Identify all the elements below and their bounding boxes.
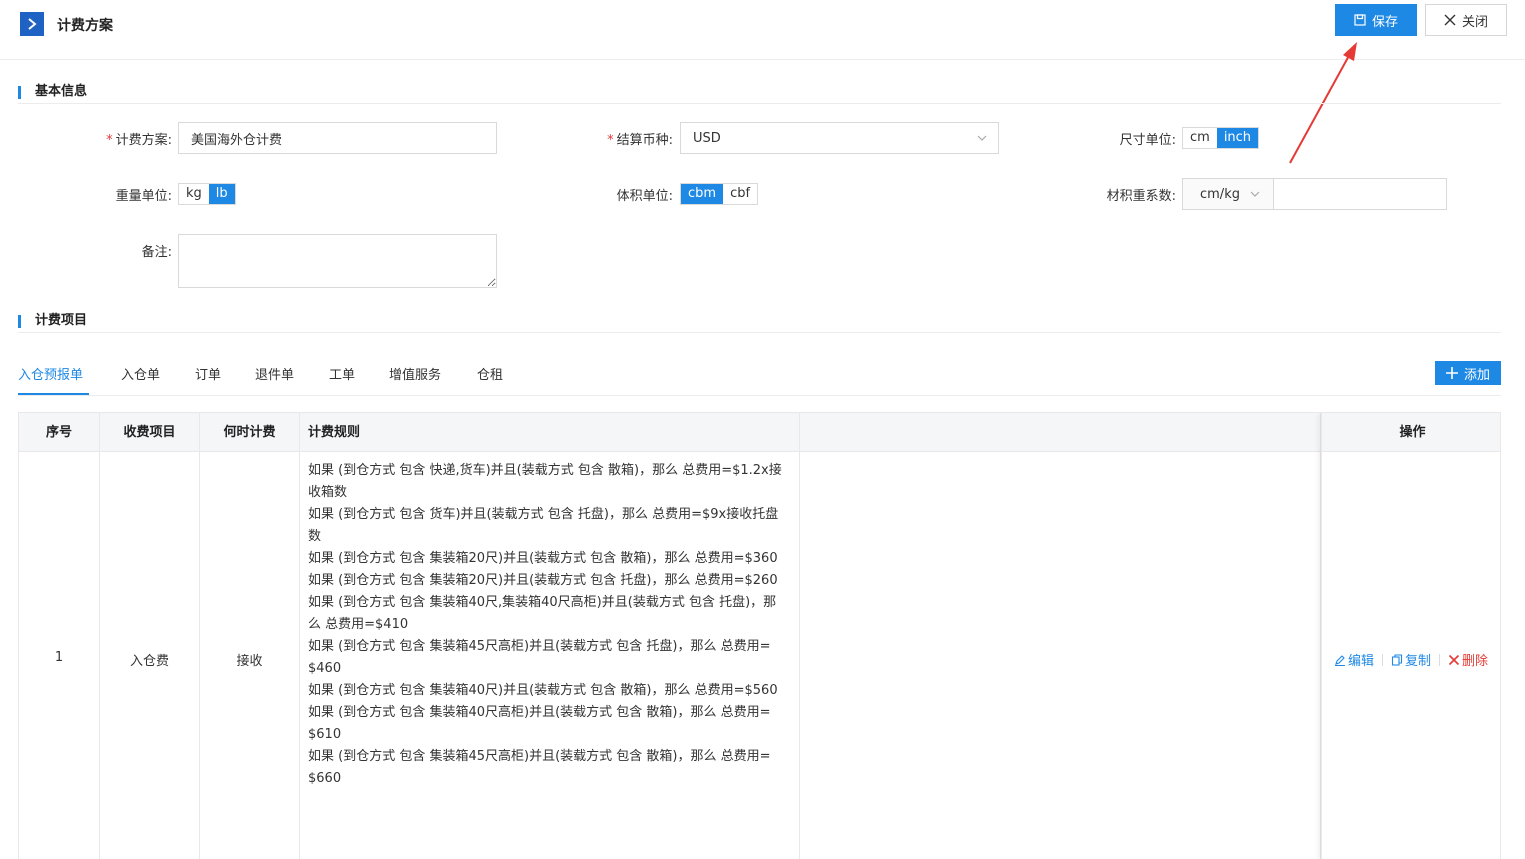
edit-icon xyxy=(1335,654,1345,666)
basic-info-section-title: 基本信息 xyxy=(18,80,1501,104)
plan-name-value: 美国海外仓计费 xyxy=(191,132,283,148)
table-cell-item: 入仓费 xyxy=(100,452,200,859)
weight-unit-kg[interactable]: kg xyxy=(179,184,209,204)
remark-label: 备注: xyxy=(141,245,172,260)
rule-line: 如果 (到仓方式 包含 快递,货车)并且(装载方式 包含 散箱)，那么 总费用=… xyxy=(308,463,782,500)
size-unit-cm[interactable]: cm xyxy=(1183,128,1217,148)
volumetric-unit-value: cm/kg xyxy=(1200,186,1240,202)
col-when: 何时计费 xyxy=(200,413,300,452)
tab-return[interactable]: 退件单 xyxy=(255,364,294,383)
billing-table: 序号 收费项目 何时计费 计费规则 1 入仓费 接收 如果 (到仓方式 包含 快… xyxy=(18,412,1501,859)
actions-column: 操作 编辑 复制 删除 xyxy=(1321,413,1500,859)
section-marker xyxy=(18,86,21,99)
size-unit-inch[interactable]: inch xyxy=(1216,128,1259,148)
active-tab-indicator xyxy=(18,393,89,395)
add-button[interactable]: 添加 xyxy=(1435,361,1501,385)
chevron-down-icon xyxy=(1250,191,1260,197)
volumetric-label: 材积重系数: xyxy=(1106,189,1176,204)
table-cell-when: 接收 xyxy=(200,452,300,859)
page-header: 计费方案 保存 关闭 xyxy=(0,0,1525,60)
billing-items-section-title: 计费项目 xyxy=(18,309,1501,333)
tab-order[interactable]: 订单 xyxy=(195,364,221,383)
size-unit-label: 尺寸单位: xyxy=(1119,133,1176,148)
table-header: 序号 收费项目 何时计费 计费规则 xyxy=(19,413,1500,452)
row-index: 1 xyxy=(54,650,64,665)
save-icon xyxy=(1354,14,1366,26)
copy-icon xyxy=(1391,653,1403,666)
plan-label: * 计费方案: xyxy=(106,133,172,148)
table-cell-index: 1 xyxy=(19,452,100,859)
save-button-label: 保存 xyxy=(1371,14,1398,30)
volumetric-value-input[interactable] xyxy=(1273,178,1447,210)
rule-line: 如果 (到仓方式 包含 集装箱40尺高柜)并且(装载方式 包含 散箱)，那么 总… xyxy=(308,705,771,742)
divider xyxy=(1439,653,1441,666)
col-index: 序号 xyxy=(19,413,100,452)
rule-line: 如果 (到仓方式 包含 集装箱40尺,集装箱40尺高柜)并且(装载方式 包含 托… xyxy=(308,595,777,632)
expand-sidebar-button[interactable] xyxy=(20,12,44,36)
page-title: 计费方案 xyxy=(57,18,113,34)
rule-line: 如果 (到仓方式 包含 集装箱45尺高柜)并且(装载方式 包含 托盘)，那么 总… xyxy=(308,639,771,676)
rule-line: 如果 (到仓方式 包含 货车)并且(装载方式 包含 托盘)，那么 总费用=$9x… xyxy=(308,507,779,544)
volumetric-unit-select[interactable]: cm/kg xyxy=(1182,178,1274,210)
delete-icon xyxy=(1448,654,1460,665)
volume-unit-label: 体积单位: xyxy=(616,189,673,204)
copy-action[interactable]: 复制 xyxy=(1391,650,1431,669)
row-item: 入仓费 xyxy=(129,654,169,669)
col-actions: 操作 xyxy=(1322,413,1500,452)
row-when: 接收 xyxy=(236,654,263,669)
tab-inbound[interactable]: 入仓单 xyxy=(121,364,160,383)
currency-value: USD xyxy=(693,130,721,146)
volume-unit-toggle: cbm cbf xyxy=(680,183,759,205)
weight-unit-lb[interactable]: lb xyxy=(208,184,235,204)
tab-work-order[interactable]: 工单 xyxy=(329,364,355,383)
close-icon xyxy=(1444,14,1456,26)
save-button[interactable]: 保存 xyxy=(1335,4,1417,36)
plus-icon xyxy=(1445,367,1458,379)
table-cell-rules: 如果 (到仓方式 包含 快递,货车)并且(装载方式 包含 散箱)，那么 总费用=… xyxy=(300,452,800,859)
edit-label: 编辑 xyxy=(1348,654,1375,669)
weight-unit-toggle: kg lb xyxy=(178,183,236,205)
rule-line: 如果 (到仓方式 包含 集装箱20尺)并且(装载方式 包含 托盘)，那么 总费用… xyxy=(308,573,778,588)
currency-select[interactable]: USD xyxy=(680,122,999,154)
chevron-right-icon xyxy=(28,18,37,30)
rule-line: 如果 (到仓方式 包含 集装箱40尺)并且(装载方式 包含 散箱)，那么 总费用… xyxy=(308,683,778,698)
table-cell-blank xyxy=(800,452,1321,859)
billing-tabs: 入仓预报单 入仓单 订单 退件单 工单 增值服务 仓租 xyxy=(18,360,1501,396)
tab-storage[interactable]: 仓租 xyxy=(477,364,503,383)
tab-inbound-forecast[interactable]: 入仓预报单 xyxy=(18,364,83,383)
rule-line: 如果 (到仓方式 包含 集装箱45尺高柜)并且(装载方式 包含 散箱)，那么 总… xyxy=(308,749,771,786)
divider xyxy=(1382,653,1384,666)
weight-unit-label: 重量单位: xyxy=(115,189,172,204)
delete-action[interactable]: 删除 xyxy=(1448,650,1488,669)
currency-label: * 结算币种: xyxy=(607,133,673,148)
size-unit-toggle: cm inch xyxy=(1182,127,1260,149)
copy-label: 复制 xyxy=(1405,654,1432,669)
volume-unit-cbm[interactable]: cbm xyxy=(681,184,724,204)
volume-unit-cbf[interactable]: cbf xyxy=(723,184,757,204)
section-marker xyxy=(18,315,21,328)
edit-action[interactable]: 编辑 xyxy=(1334,650,1374,669)
row-actions: 编辑 复制 删除 xyxy=(1334,650,1488,669)
close-button-label: 关闭 xyxy=(1461,14,1488,30)
chevron-down-icon xyxy=(977,135,987,141)
billing-items-heading: 计费项目 xyxy=(35,313,88,328)
tab-value-added[interactable]: 增值服务 xyxy=(389,364,441,383)
col-blank xyxy=(800,413,1321,452)
rule-line: 如果 (到仓方式 包含 集装箱20尺)并且(装载方式 包含 散箱)，那么 总费用… xyxy=(308,551,778,566)
close-button[interactable]: 关闭 xyxy=(1425,4,1507,36)
rules-list: 如果 (到仓方式 包含 快递,货车)并且(装载方式 包含 散箱)，那么 总费用=… xyxy=(300,452,799,790)
plan-name-input[interactable]: 美国海外仓计费 xyxy=(178,122,497,154)
remark-textarea[interactable] xyxy=(178,234,497,288)
basic-info-heading: 基本信息 xyxy=(35,84,88,99)
add-button-label: 添加 xyxy=(1463,367,1490,383)
col-rules: 计费规则 xyxy=(300,413,800,452)
col-item: 收费项目 xyxy=(100,413,200,452)
delete-label: 删除 xyxy=(1462,654,1489,669)
